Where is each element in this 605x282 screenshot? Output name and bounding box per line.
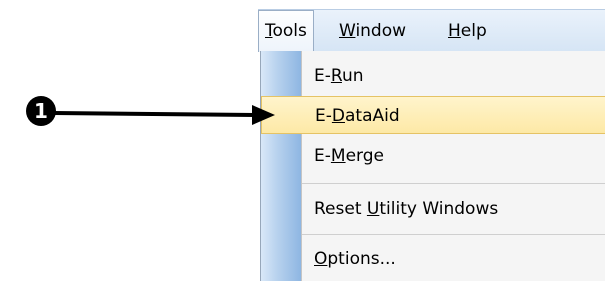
arrow-shaft	[53, 111, 259, 117]
callout-arrow	[53, 105, 275, 125]
callout-number-badge: 1	[26, 96, 56, 126]
arrow-head	[252, 105, 275, 125]
